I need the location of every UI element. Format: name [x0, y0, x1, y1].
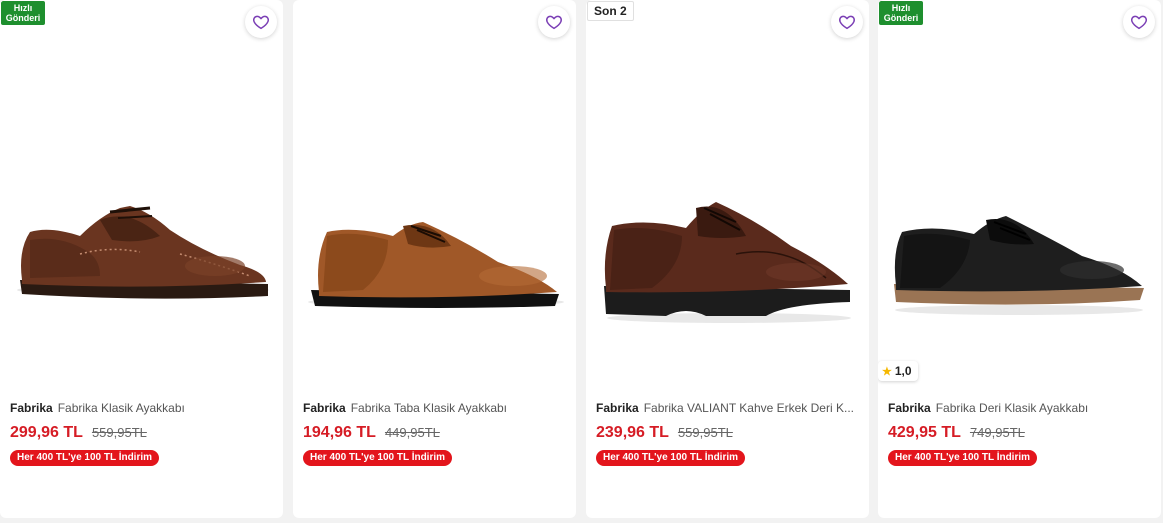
favorite-button[interactable] [245, 6, 277, 38]
favorite-button[interactable] [831, 6, 863, 38]
original-price: 559,95TL [677, 425, 733, 440]
current-price: 239,96 TL [596, 424, 669, 441]
favorite-button[interactable] [1123, 6, 1155, 38]
heart-outline-icon [1131, 15, 1147, 30]
product-image[interactable] [878, 40, 1161, 360]
rating-value: 1,0 [894, 364, 912, 378]
product-name: Fabrika VALIANT Kahve Erkek Deri K... [643, 401, 854, 415]
heart-outline-icon [253, 15, 269, 30]
product-card[interactable]: Hızlı Gönderi ★ 1,0 Fabrika Fabrika Deri… [878, 0, 1161, 518]
original-price: 559,95TL [91, 425, 147, 440]
fast-delivery-badge: Hızlı Gönderi [879, 1, 923, 25]
product-title[interactable]: Fabrika Fabrika Klasik Ayakkabı [10, 400, 272, 416]
product-card[interactable]: Fabrika Fabrika Taba Klasik Ayakkabı 194,… [293, 0, 576, 518]
product-name: Fabrika Deri Klasik Ayakkabı [935, 401, 1089, 415]
fast-delivery-badge-line1: Hızlı [891, 3, 911, 13]
product-brand: Fabrika [10, 401, 53, 415]
original-price: 749,95TL [969, 425, 1025, 440]
brown-shoe-image [604, 202, 851, 323]
price-row: 239,96 TL 559,95TL [596, 424, 733, 442]
current-price: 299,96 TL [10, 424, 83, 441]
product-title[interactable]: Fabrika Fabrika VALIANT Kahve Erkek Deri … [596, 400, 858, 416]
product-image[interactable] [586, 40, 869, 360]
current-price: 429,95 TL [888, 424, 961, 441]
star-icon: ★ [882, 365, 892, 378]
product-brand: Fabrika [888, 401, 931, 415]
product-brand: Fabrika [303, 401, 346, 415]
product-brand: Fabrika [596, 401, 639, 415]
promo-badge: Her 400 TL'ye 100 TL İndirim [596, 450, 746, 466]
black-shoe-image [894, 216, 1144, 315]
price-row: 299,96 TL 559,95TL [10, 424, 147, 442]
product-image[interactable] [293, 40, 576, 360]
product-title[interactable]: Fabrika Fabrika Deri Klasik Ayakkabı [888, 400, 1150, 416]
promo-badge: Her 400 TL'ye 100 TL İndirim [888, 450, 1038, 466]
low-stock-badge: Son 2 [587, 1, 634, 21]
price-row: 429,95 TL 749,95TL [888, 424, 1025, 442]
product-card[interactable]: Son 2 Fabrika Fabrika VALIANT Kahve Erkek… [586, 0, 869, 518]
tan-shoe-image [308, 222, 564, 308]
fast-delivery-badge-line2: Gönderi [883, 13, 919, 23]
fast-delivery-badge: Hızlı Gönderi [1, 1, 45, 25]
product-name: Fabrika Taba Klasik Ayakkabı [350, 401, 507, 415]
product-image[interactable] [0, 40, 283, 360]
product-name: Fabrika Klasik Ayakkabı [57, 401, 185, 415]
heart-outline-icon [839, 15, 855, 30]
promo-badge: Her 400 TL'ye 100 TL İndirim [10, 450, 160, 466]
original-price: 449,95TL [384, 425, 440, 440]
promo-badge: Her 400 TL'ye 100 TL İndirim [303, 450, 453, 466]
heart-outline-icon [546, 15, 562, 30]
brogue-shoe-image [17, 206, 269, 299]
product-card[interactable]: Hızlı Gönderi Fabrika Fabrika Klasik Aya… [0, 0, 283, 518]
current-price: 194,96 TL [303, 424, 376, 441]
price-row: 194,96 TL 449,95TL [303, 424, 440, 442]
product-title[interactable]: Fabrika Fabrika Taba Klasik Ayakkabı [303, 400, 565, 416]
product-grid: Hızlı Gönderi Fabrika Fabrika Klasik Aya… [0, 0, 1163, 523]
fast-delivery-badge-line1: Hızlı [13, 3, 33, 13]
fast-delivery-badge-line2: Gönderi [5, 13, 41, 23]
favorite-button[interactable] [538, 6, 570, 38]
rating-badge: ★ 1,0 [878, 361, 918, 381]
